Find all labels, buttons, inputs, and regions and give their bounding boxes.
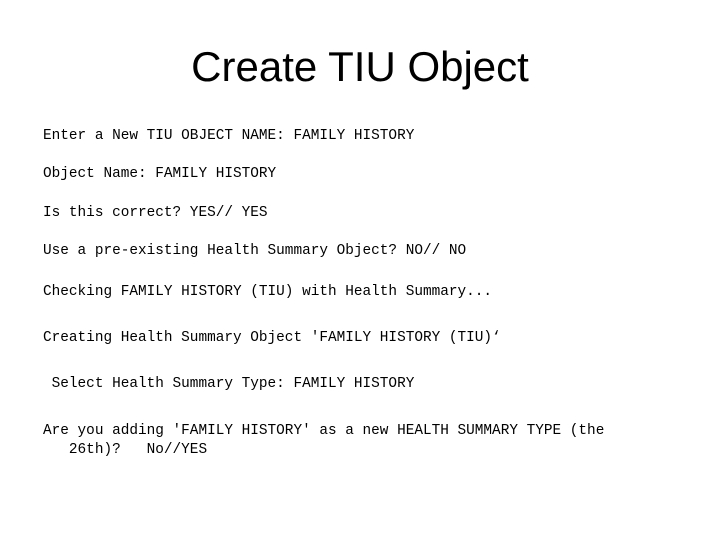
prompt-adding-new-type: Are you adding 'FAMILY HISTORY' as a new… [43,423,605,439]
prompt-is-correct: Is this correct? YES// YES [43,205,268,221]
object-name-confirmation: Object Name: FAMILY HISTORY [43,166,277,182]
prompt-use-preexisting-object: Use a pre-existing Health Summary Object… [43,243,467,259]
status-creating: Creating Health Summary Object 'FAMILY H… [43,330,501,346]
slide-title: Create TIU Object [191,43,529,90]
prompt-adding-new-type-continued: 26th)? No//YES [43,442,208,458]
prompt-enter-object-name: Enter a New TIU OBJECT NAME: FAMILY HIST… [43,128,415,144]
status-checking: Checking FAMILY HISTORY (TIU) with Healt… [43,284,493,300]
prompt-select-summary-type: Select Health Summary Type: FAMILY HISTO… [43,376,415,392]
